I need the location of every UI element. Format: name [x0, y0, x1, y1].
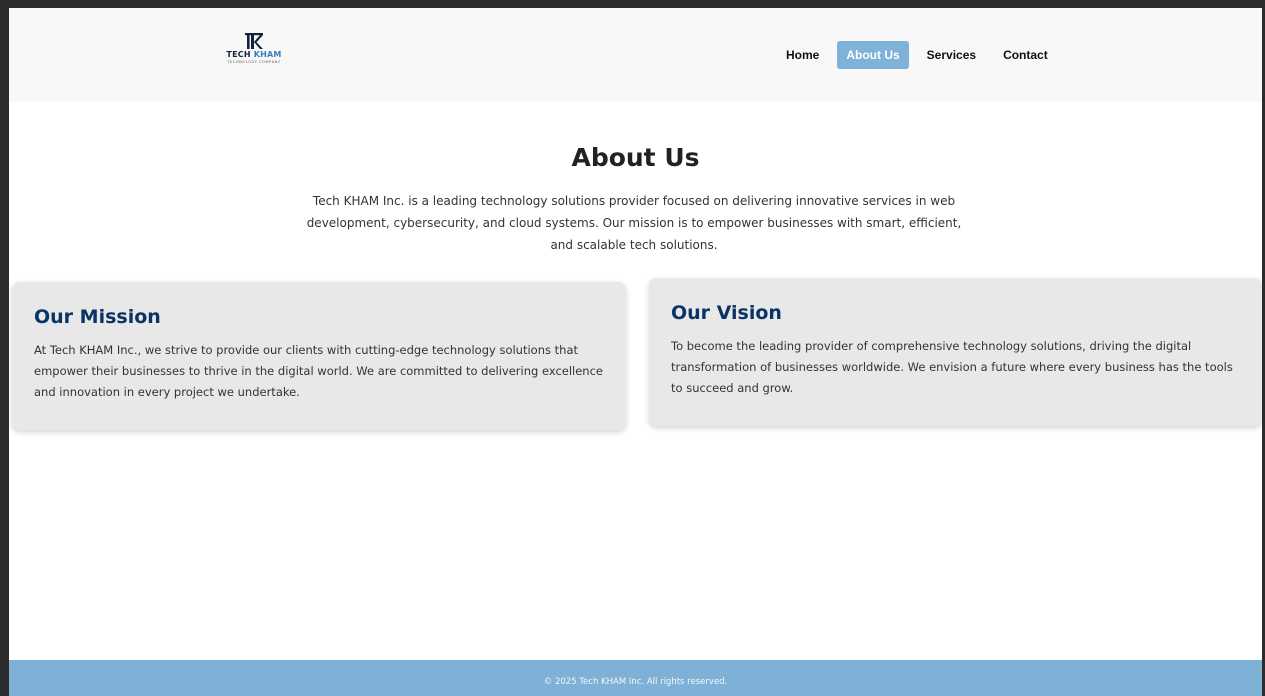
- logo-mark-icon: [245, 33, 263, 49]
- site-footer: © 2025 Tech KHAM Inc. All rights reserve…: [9, 660, 1262, 696]
- mission-card: Our Mission At Tech KHAM Inc., we strive…: [12, 282, 626, 430]
- site-header: TECH KHAM TECHNOLOGY COMPANY Home About …: [9, 8, 1262, 102]
- logo[interactable]: TECH KHAM TECHNOLOGY COMPANY: [222, 33, 286, 75]
- vision-text: To become the leading provider of compre…: [671, 339, 1233, 395]
- footer-copyright: © 2025 Tech KHAM Inc. All rights reserve…: [543, 677, 728, 687]
- logo-name-accent: KHAM: [253, 50, 282, 59]
- intro-text: Tech KHAM Inc. is a leading technology s…: [306, 194, 962, 252]
- main-nav: Home About Us Services Contact: [777, 41, 1066, 69]
- vision-card: Our Vision To become the leading provide…: [649, 278, 1262, 426]
- mission-text: At Tech KHAM Inc., we strive to provide …: [34, 343, 603, 399]
- mission-title: Our Mission: [34, 306, 161, 328]
- browser-viewport: TECH KHAM TECHNOLOGY COMPANY Home About …: [0, 0, 1265, 696]
- logo-tagline: TECHNOLOGY COMPANY: [227, 60, 281, 64]
- nav-contact[interactable]: Contact: [994, 41, 1057, 69]
- nav-services[interactable]: Services: [918, 41, 985, 69]
- logo-name: TECH KHAM: [222, 50, 286, 59]
- page-title: About Us: [571, 143, 700, 172]
- logo-name-prefix: TECH: [226, 50, 251, 59]
- nav-home[interactable]: Home: [777, 41, 828, 69]
- vision-title: Our Vision: [671, 302, 782, 324]
- nav-about-us[interactable]: About Us: [837, 41, 909, 69]
